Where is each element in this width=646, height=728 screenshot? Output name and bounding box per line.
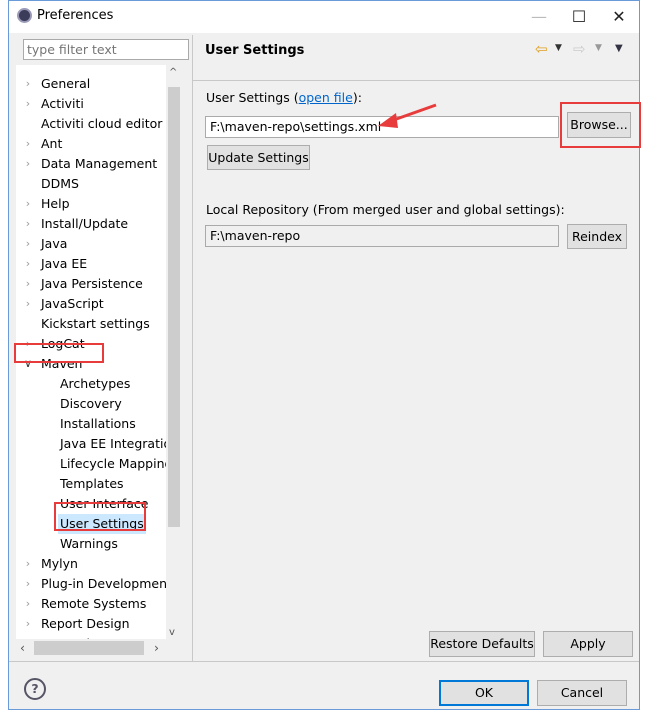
browse-highlight-box (560, 102, 641, 148)
tree-item-label: Help (41, 196, 70, 211)
tree-item-label: Templates (60, 476, 124, 491)
chevron-right-icon[interactable]: › (21, 294, 35, 314)
chevron-right-icon[interactable]: › (21, 214, 35, 234)
tree-item-label: Java EE Integration (60, 436, 166, 451)
eclipse-icon (17, 8, 32, 23)
scroll-thumb[interactable] (168, 87, 180, 527)
tree-item-label: Report Design (41, 616, 130, 631)
open-file-link[interactable]: open file (299, 90, 353, 105)
user-settings-label: User Settings (open file): (206, 90, 362, 105)
page-header: User Settings ⇦ ▼ ⇨ ▼ ▼ (193, 35, 639, 81)
tree-item-label: JavaScript (41, 296, 104, 311)
filter-input[interactable] (23, 39, 189, 60)
tree-item-label: DDMS (41, 176, 79, 191)
forward-arrow-icon[interactable]: ⇨ (573, 40, 586, 58)
tree-item-label: Java Persistence (41, 276, 143, 291)
annotation-arrow-icon (378, 103, 437, 128)
scroll-left-icon[interactable]: ‹ (20, 640, 25, 655)
view-menu-icon[interactable]: ▼ (615, 43, 623, 54)
vertical-scrollbar[interactable]: ^ v (166, 65, 182, 647)
tree-item-label: Lifecycle Mappings (60, 456, 166, 471)
tree-item-label: Warnings (60, 536, 118, 551)
chevron-right-icon[interactable]: › (21, 94, 35, 114)
chevron-right-icon[interactable]: › (21, 554, 35, 574)
chevron-right-icon[interactable]: › (21, 254, 35, 274)
tree-item-label: Java EE (41, 256, 88, 271)
maximize-button[interactable]: ☐ (559, 5, 599, 29)
title-bar: Preferences — ☐ ✕ (9, 1, 639, 33)
chevron-right-icon[interactable]: › (21, 234, 35, 254)
hscroll-thumb[interactable] (34, 641, 144, 655)
chevron-right-icon[interactable]: › (21, 134, 35, 154)
chevron-right-icon[interactable]: › (21, 614, 35, 634)
maven-highlight-box (14, 343, 104, 363)
tree-item-label: Kickstart settings (41, 316, 150, 331)
page-title: User Settings (205, 43, 305, 58)
restore-defaults-button[interactable]: Restore Defaults (429, 631, 535, 657)
ok-button[interactable]: OK (439, 680, 529, 706)
dialog-footer: ? OK Cancel (9, 661, 639, 709)
local-repository-label: Local Repository (From merged user and g… (206, 202, 565, 217)
tree-item-label: Remote Systems (41, 596, 147, 611)
reindex-button[interactable]: Reindex (567, 224, 627, 249)
chevron-right-icon[interactable]: › (21, 274, 35, 294)
chevron-right-icon[interactable]: › (21, 194, 35, 214)
tree-item-label: Plug-in Development (41, 576, 166, 591)
back-arrow-icon[interactable]: ⇦ (535, 40, 548, 58)
tree-item-label: Discovery (60, 396, 122, 411)
back-dropdown-icon[interactable]: ▼ (555, 43, 562, 53)
tree-item-label: Mylyn (41, 556, 78, 571)
tree-item-label: Installations (60, 416, 136, 431)
chevron-right-icon[interactable]: › (21, 74, 35, 94)
chevron-right-icon[interactable]: › (21, 594, 35, 614)
cancel-button[interactable]: Cancel (537, 680, 627, 706)
tree-item-label: General (41, 76, 91, 91)
window-title: Preferences (37, 8, 114, 23)
update-settings-button[interactable]: Update Settings (207, 145, 310, 170)
chevron-right-icon[interactable]: › (21, 154, 35, 174)
apply-button[interactable]: Apply (543, 631, 633, 657)
forward-dropdown-icon[interactable]: ▼ (595, 43, 602, 53)
tree-item-label: Ant (41, 136, 63, 151)
chevron-right-icon[interactable]: › (21, 574, 35, 594)
help-icon[interactable]: ? (24, 678, 46, 700)
tree-item-label: Install/Update (41, 216, 129, 231)
tree-item-label: Data Management (41, 156, 158, 171)
tree-item-label: Java (41, 236, 68, 251)
local-repository-field: F:\maven-repo (205, 225, 559, 247)
scroll-right-icon[interactable]: › (154, 640, 159, 655)
scroll-up-icon[interactable]: ^ (169, 67, 177, 78)
user-settings-highlight-box (54, 502, 146, 531)
tree-item-label: Activiti cloud editor (41, 116, 163, 131)
horizontal-scrollbar[interactable]: ‹ › (16, 639, 166, 657)
close-button[interactable]: ✕ (599, 5, 639, 29)
minimize-button[interactable]: — (519, 5, 559, 29)
tree-item-label: Activiti (41, 96, 84, 111)
tree-item-label: Archetypes (60, 376, 131, 391)
scroll-down-icon[interactable]: v (169, 627, 175, 638)
